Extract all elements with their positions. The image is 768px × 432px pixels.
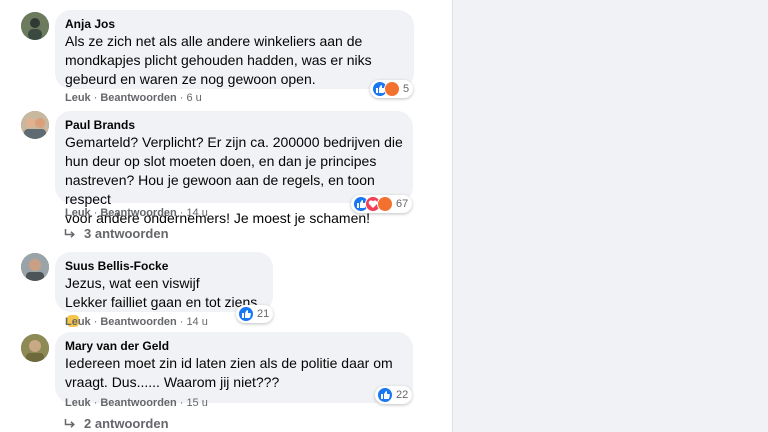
reply-link[interactable]: Beantwoorden [100, 397, 176, 409]
reply-link[interactable]: Beantwoorden [100, 207, 176, 219]
comment-bubble: Anja Jos Als ze zich net als alle andere… [55, 10, 414, 89]
comment-line: vraagt. Dus...... Waarom jij niet??? [65, 374, 280, 390]
comment-actions: Leuk · Beantwoorden · 6 u [65, 92, 202, 104]
comment-time[interactable]: 6 u [186, 92, 201, 104]
reaction-summary[interactable]: 21 [236, 305, 274, 323]
reply-link[interactable]: Beantwoorden [100, 92, 176, 104]
comment-line: gebeurd en waren ze nog gewoon open. [65, 71, 316, 87]
comment-bubble: Paul Brands Gemarteld? Verplicht? Er zij… [55, 111, 413, 226]
reaction-count: 22 [396, 389, 409, 401]
reply-link[interactable]: Beantwoorden [100, 316, 176, 328]
comment-author[interactable]: Mary van der Geld [65, 338, 403, 354]
comment-bubble: Suus Bellis-Focke Jezus, wat een viswijf… [55, 252, 273, 327]
comment-author[interactable]: Paul Brands [65, 117, 403, 133]
avatar[interactable] [21, 111, 49, 139]
right-pane [452, 0, 768, 432]
comment-time[interactable]: 14 u [186, 316, 207, 328]
comment-line: mondkapjes plicht gehouden hadden, was e… [65, 52, 372, 68]
like-link[interactable]: Leuk [65, 207, 91, 219]
reaction-summary[interactable]: 22 [375, 386, 413, 404]
comment-line: Gemarteld? Verplicht? Er zijn ca. 200000… [65, 134, 403, 150]
view-replies-button[interactable]: 2 antwoorden [64, 416, 169, 431]
comment-time[interactable]: 15 u [186, 397, 207, 409]
comment-actions: Leuk · Beantwoorden · 14 u [65, 207, 208, 219]
comment-bubble: Mary van der Geld Iedereen moet zin id l… [55, 332, 413, 403]
reaction-summary[interactable]: 67 [351, 195, 413, 213]
reaction-count: 21 [257, 308, 270, 320]
like-icon [238, 306, 254, 322]
comment-line: Als ze zich net als alle andere winkelie… [65, 33, 363, 49]
comment-time[interactable]: 14 u [186, 207, 207, 219]
reaction-summary[interactable]: 5 [370, 80, 414, 98]
comment-actions: Leuk · Beantwoorden · 14 u [65, 316, 208, 328]
like-icon [377, 387, 393, 403]
like-link[interactable]: Leuk [65, 397, 91, 409]
view-replies-button[interactable]: 3 antwoorden [64, 226, 169, 241]
like-link[interactable]: Leuk [65, 92, 91, 104]
comment-line: Iedereen moet zin id laten zien als de p… [65, 355, 393, 371]
comment-author[interactable]: Suus Bellis-Focke [65, 258, 263, 274]
avatar[interactable] [21, 334, 49, 362]
comment-text: Als ze zich net als alle andere winkelie… [65, 32, 404, 89]
comment-text: Iedereen moet zin id laten zien als de p… [65, 354, 403, 392]
avatar[interactable] [21, 12, 49, 40]
angry-icon [377, 196, 393, 212]
reaction-count: 5 [403, 83, 410, 95]
reply-arrow-icon [64, 228, 75, 238]
replies-label: 3 antwoorden [84, 226, 169, 241]
replies-label: 2 antwoorden [84, 416, 169, 431]
comment-line: Jezus, wat een viswijf [65, 275, 200, 291]
reaction-count: 67 [396, 198, 409, 210]
comment-line-text: Lekker failliet gaan en tot ziens [65, 294, 258, 310]
angry-icon [384, 81, 400, 97]
like-link[interactable]: Leuk [65, 316, 91, 328]
comment-actions: Leuk · Beantwoorden · 15 u [65, 397, 208, 409]
reply-arrow-icon [64, 418, 75, 428]
comment-author[interactable]: Anja Jos [65, 16, 404, 32]
avatar[interactable] [21, 253, 49, 281]
comment-line: hun deur op slot moeten doen, en dan je … [65, 153, 377, 169]
